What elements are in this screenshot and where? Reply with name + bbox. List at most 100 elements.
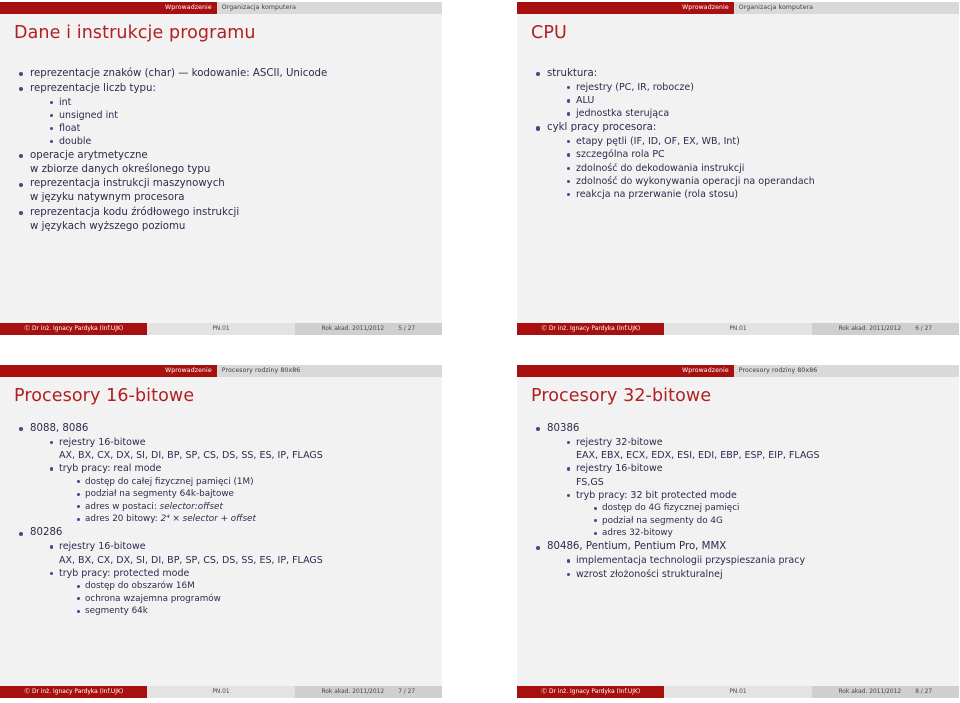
navbar-tail <box>822 365 959 377</box>
bullet-list-l1: struktura: rejestry (PC, IR, robocze) ALU j… <box>533 67 945 201</box>
bullet-list-l2: rejestry 16-bitowe AX, BX, CX, DX, SI, DI… <box>48 436 428 526</box>
bullet-text: adres w postaci: <box>85 501 160 512</box>
slide-title: Procesory 16-bitowe <box>14 386 195 406</box>
bullet-item-l2: rejestry (PC, IR, robocze) <box>565 81 945 94</box>
navbar-tail <box>305 365 442 377</box>
slide-body: 8088, 8086 rejestry 16-bitowe AX, BX, CX, … <box>0 406 442 686</box>
bullet-list-l1: 80386 rejestry 32-bitowe EAX, EBX, ECX, ED… <box>533 422 945 581</box>
bullet-subline: FS,GS <box>576 476 604 488</box>
navbar-active-fill <box>517 365 677 377</box>
footer-author: Ⓒ Dr inż. Ignacy Pardyka (Inf.UJK) <box>0 323 148 335</box>
nav-section-2[interactable]: Procesory rodziny 80x86 <box>733 365 823 377</box>
footer-author: Ⓒ Dr inż. Ignacy Pardyka (Inf.UJK) <box>517 686 665 698</box>
footer-page-number: 8 / 27 <box>915 689 933 695</box>
bullet-list-l2: rejestry 16-bitowe AX, BX, CX, DX, SI, DI… <box>48 540 428 617</box>
bullet-text: tryb pracy: 32 bit protected mode <box>576 489 737 501</box>
bullet-text: rejestry (PC, IR, robocze) <box>576 82 694 93</box>
bullet-item-l1: reprezentacje znaków (char) — kodowanie:… <box>16 67 428 81</box>
bullet-item-l3: ochrona wzajemna programów <box>75 593 428 606</box>
bullet-list-l1: reprezentacje znaków (char) — kodowanie:… <box>16 67 428 234</box>
footer-short-title: PN.01 <box>664 323 812 335</box>
bullet-item-l2: rejestry 16-bitowe AX, BX, CX, DX, SI, DI… <box>48 436 428 462</box>
slide-footer: Ⓒ Dr inż. Ignacy Pardyka (Inf.UJK) PN.01 R… <box>517 686 959 698</box>
footer-academic-year: Rok akad. 2011/2012 <box>321 689 385 695</box>
bullet-item-l2: wzrost złożoności strukturalnej <box>565 568 945 581</box>
slide-footer: Ⓒ Dr inż. Ignacy Pardyka (Inf.UJK) PN.01 R… <box>0 323 442 335</box>
bullet-item-l3: podział na segmenty do 4G <box>592 515 945 528</box>
bullet-text: podział na segmenty 64k-bajtowe <box>85 489 234 500</box>
bullet-item-l3: dostęp do obszarów 16M <box>75 580 428 593</box>
slide-title: Dane i instrukcje programu <box>14 23 256 43</box>
bullet-item-l1: reprezentacje liczb typu: int unsigned int… <box>16 82 428 149</box>
bullet-text: szczególna rola PC <box>576 149 665 161</box>
bullet-item-l2: int <box>48 96 428 109</box>
nav-section-1[interactable]: Wprowadzenie <box>677 365 734 377</box>
bullet-item-l1: operacje arytmetyczne w zbiorze danych ok… <box>16 149 428 177</box>
bullet-item-l2: etapy pętli (IF, ID, OF, EX, WB, Int) <box>565 135 945 148</box>
bullet-text: 80286 <box>30 527 63 539</box>
bullet-text: rejestry 32-bitowe <box>576 437 663 448</box>
bullet-item-l3: adres 32-bitowy <box>592 527 945 540</box>
slide-body: struktura: rejestry (PC, IR, robocze) ALU j… <box>517 43 959 323</box>
nav-section-2[interactable]: Organizacja komputera <box>216 2 302 14</box>
bullet-text: segmenty 64k <box>85 606 148 617</box>
bullet-text: reprezentacje liczb typu: <box>30 82 156 94</box>
bullet-item-l2: tryb pracy: 32 bit protected mode dostęp … <box>565 489 945 540</box>
footer-author: Ⓒ Dr inż. Ignacy Pardyka (Inf.UJK) <box>517 323 665 335</box>
footer-page-number: 5 / 27 <box>398 326 416 332</box>
bullet-text: rejestry 16-bitowe <box>59 437 146 448</box>
slide-slide-6: Wprowadzenie Organizacja komputera CPU stru… <box>517 2 959 335</box>
footer-date-page: Rok akad. 2011/2012 5 / 27 <box>294 323 442 335</box>
slide-footer: Ⓒ Dr inż. Ignacy Pardyka (Inf.UJK) PN.01 R… <box>517 323 959 335</box>
nav-section-1[interactable]: Wprowadzenie <box>677 2 734 14</box>
bullet-text: cykl pracy procesora: <box>547 122 657 134</box>
bullet-item-l2: jednostka sterująca <box>565 107 945 120</box>
bullet-item-l2: tryb pracy: real mode dostęp do całej fiz… <box>48 462 428 526</box>
navbar-active-fill <box>517 2 677 14</box>
bullet-item-l3: adres 20 bitowy: 2⁴ × selector + offset <box>75 513 428 526</box>
footer-academic-year: Rok akad. 2011/2012 <box>838 326 902 332</box>
bullet-text: float <box>59 122 81 134</box>
bullet-item-l1: reprezentacja kodu źródłowego instrukcji… <box>16 206 428 234</box>
bullet-item-l2: zdolność do wykonywania operacji na oper… <box>565 175 945 188</box>
bullet-list-l3: dostęp do całej fizycznej pamięci (1M) po… <box>75 476 428 526</box>
bullet-list-l3: dostęp do 4G fizycznej pamięci podział na… <box>592 502 945 540</box>
bullet-text: zdolność do wykonywania operacji na oper… <box>576 175 815 187</box>
slide-slide-8: Wprowadzenie Procesory rodziny 80x86 Proce… <box>517 365 959 698</box>
bullet-text: unsigned int <box>59 109 118 121</box>
nav-section-2[interactable]: Procesory rodziny 80x86 <box>216 365 306 377</box>
slide-slide-5: Wprowadzenie Organizacja komputera Dane i … <box>0 2 442 335</box>
nav-section-2[interactable]: Organizacja komputera <box>733 2 819 14</box>
bullet-item-l2: ALU <box>565 94 945 107</box>
footer-page-number: 7 / 27 <box>398 689 416 695</box>
bullet-text: int <box>59 96 72 108</box>
bullet-text: jednostka sterująca <box>576 108 670 120</box>
bullet-item-l2: rejestry 16-bitowe AX, BX, CX, DX, SI, DI… <box>48 540 428 566</box>
bullet-text: 80486, Pentium, Pentium Pro, MMX <box>547 541 727 553</box>
bullet-subline: w zbiorze danych określonego typu <box>30 163 211 175</box>
handout-sheet: Wprowadzenie Organizacja komputera Dane i … <box>0 0 960 703</box>
footer-short-title: PN.01 <box>147 323 295 335</box>
bullet-item-l1: cykl pracy procesora: etapy pętli (IF, ID… <box>533 121 945 201</box>
bullet-text: ALU <box>576 95 595 107</box>
nav-section-1[interactable]: Wprowadzenie <box>160 2 217 14</box>
bullet-item-l1: 80386 rejestry 32-bitowe EAX, EBX, ECX, ED… <box>533 422 945 540</box>
bullet-item-l1: 80286 rejestry 16-bitowe AX, BX, CX, DX, S… <box>16 526 428 617</box>
bullet-text: zdolność do dekodowania instrukcji <box>576 162 745 174</box>
bullet-item-l3: podział na segmenty 64k-bajtowe <box>75 488 428 501</box>
bullet-item-l2: tryb pracy: protected mode dostęp do obsz… <box>48 567 428 618</box>
nav-section-1[interactable]: Wprowadzenie <box>160 365 217 377</box>
bullet-text: etapy pętli (IF, ID, OF, EX, WB, Int) <box>576 136 740 148</box>
bullet-list-l2: rejestry (PC, IR, robocze) ALU jednostka s… <box>565 81 945 121</box>
bullet-subline: AX, BX, CX, DX, SI, DI, BP, SP, CS, DS, … <box>59 554 323 566</box>
bullet-emphasis: selector:offset <box>159 501 223 512</box>
bullet-text: reprezentacje znaków (char) — kodowanie:… <box>30 68 328 79</box>
slide-navbar: Wprowadzenie Organizacja komputera <box>517 2 959 14</box>
slide-title: Procesory 32-bitowe <box>531 386 712 406</box>
navbar-tail <box>301 2 442 14</box>
footer-academic-year: Rok akad. 2011/2012 <box>838 689 902 695</box>
bullet-text: operacje arytmetyczne <box>30 149 148 161</box>
footer-page-number: 6 / 27 <box>915 326 933 332</box>
slide-slide-7: Wprowadzenie Procesory rodziny 80x86 Proce… <box>0 365 442 698</box>
bullet-text: double <box>59 136 92 148</box>
